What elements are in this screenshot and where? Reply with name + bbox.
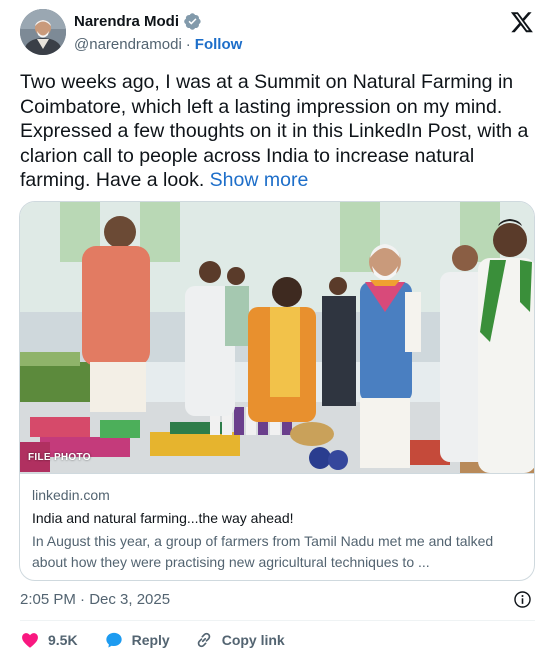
reply-label: Reply xyxy=(131,632,170,648)
like-count: 9.5K xyxy=(48,632,78,648)
divider xyxy=(20,620,535,621)
tweet-timestamp[interactable]: 2:05 PM · Dec 3, 2025 xyxy=(20,591,170,608)
x-logo-icon[interactable] xyxy=(509,10,535,34)
reply-button[interactable]: Reply xyxy=(104,630,170,650)
author-handle-row: @narendramodi · Follow xyxy=(74,36,242,53)
reply-bubble-icon xyxy=(105,632,122,648)
copy-link-button[interactable]: Copy link xyxy=(194,630,285,650)
follow-button[interactable]: Follow xyxy=(195,36,243,53)
author-handle[interactable]: @narendramodi xyxy=(74,36,182,53)
avatar[interactable] xyxy=(20,9,66,55)
heart-icon xyxy=(22,633,38,648)
tweet-card: Narendra Modi @narendramodi · Follow Two… xyxy=(0,0,550,658)
link-preview-card[interactable]: FILE PHOTO linkedin.com India and natura… xyxy=(19,201,535,581)
action-bar: 9.5K Reply Copy link xyxy=(20,629,309,651)
author-name-row: Narendra Modi xyxy=(74,12,202,31)
link-domain: linkedin.com xyxy=(32,487,110,503)
info-icon[interactable] xyxy=(513,590,532,609)
tweet-text: Two weeks ago, I was at a Summit on Natu… xyxy=(20,70,535,193)
link-icon xyxy=(197,632,210,648)
separator-dot: · xyxy=(185,36,191,53)
verified-badge-icon xyxy=(183,12,202,31)
show-more-link[interactable]: Show more xyxy=(210,169,309,191)
author-name[interactable]: Narendra Modi xyxy=(74,13,179,30)
link-description: In August this year, a group of farmers … xyxy=(32,533,494,570)
link-title: India and natural farming...the way ahea… xyxy=(32,510,294,526)
file-photo-tag: FILE PHOTO xyxy=(28,452,91,463)
link-preview-image xyxy=(20,202,534,473)
like-button[interactable]: 9.5K xyxy=(20,630,78,650)
link-preview-meta: linkedin.com India and natural farming..… xyxy=(20,473,534,580)
copy-link-label: Copy link xyxy=(221,632,285,648)
